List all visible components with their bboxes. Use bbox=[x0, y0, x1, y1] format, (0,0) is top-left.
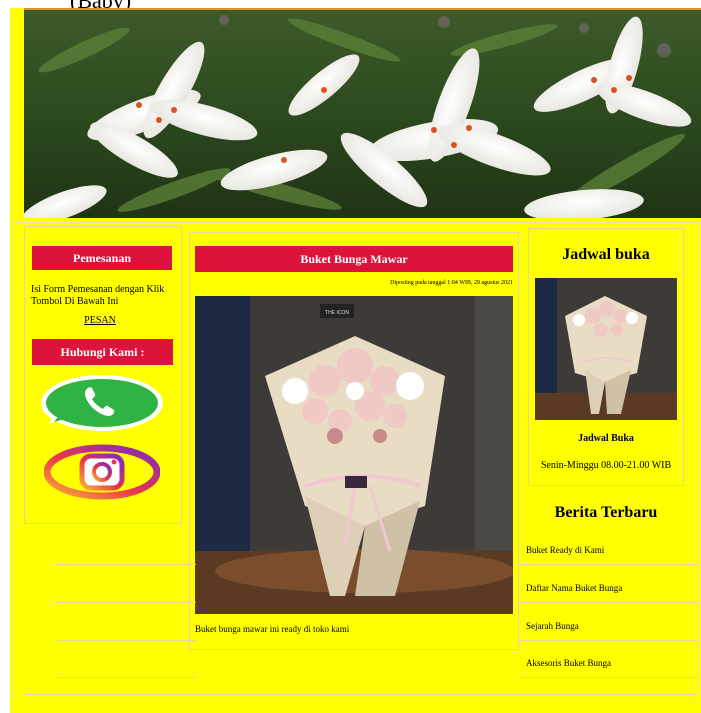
page-container: Pemesanan Isi Form Pemesanan dengan Klik… bbox=[10, 8, 701, 713]
header-banner-image bbox=[24, 8, 701, 218]
outer-frame bbox=[12, 222, 699, 698]
